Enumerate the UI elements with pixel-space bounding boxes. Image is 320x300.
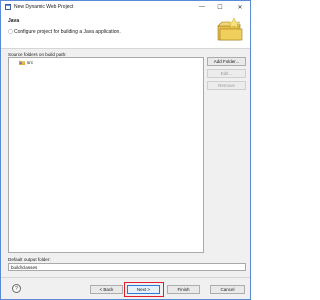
title-bar: New Dynamic Web Project — ☐ ✕ <box>1 1 250 13</box>
info-icon <box>8 29 13 34</box>
output-folder-input[interactable] <box>8 263 246 271</box>
help-button[interactable]: ? <box>12 284 21 293</box>
help-icon: ? <box>15 285 18 292</box>
new-project-folder-icon <box>217 17 243 41</box>
wizard-header: Java Configure project for building a Ja… <box>1 13 250 49</box>
cancel-button[interactable]: Cancel <box>210 285 245 294</box>
tree-item-src[interactable]: src <box>19 60 33 65</box>
maximize-icon: ☐ <box>217 4 223 11</box>
add-folder-button[interactable]: Add Folder... <box>207 57 246 66</box>
dialog-window: New Dynamic Web Project — ☐ ✕ Java Confi… <box>0 0 251 300</box>
eclipse-app-icon <box>5 4 11 10</box>
finish-button[interactable]: Finish <box>167 285 200 294</box>
footer-divider <box>1 277 250 278</box>
remove-button[interactable]: Remove <box>207 81 246 90</box>
page-description: Configure project for building a Java ap… <box>14 29 121 35</box>
source-folders-tree[interactable]: src <box>8 57 204 253</box>
window-title: New Dynamic Web Project <box>14 4 74 10</box>
source-folder-icon <box>19 60 25 65</box>
edit-button[interactable]: Edit... <box>207 69 246 78</box>
close-icon: ✕ <box>237 4 243 11</box>
close-button[interactable]: ✕ <box>235 3 245 11</box>
next-button[interactable]: Next > <box>127 285 160 294</box>
page-title: Java <box>8 18 20 24</box>
minimize-icon: — <box>199 4 205 10</box>
back-button[interactable]: < Back <box>90 285 123 294</box>
maximize-button[interactable]: ☐ <box>215 3 225 11</box>
minimize-button[interactable]: — <box>197 3 207 11</box>
output-folder-label: Default output folder: <box>8 257 51 262</box>
tree-item-label: src <box>27 60 34 65</box>
